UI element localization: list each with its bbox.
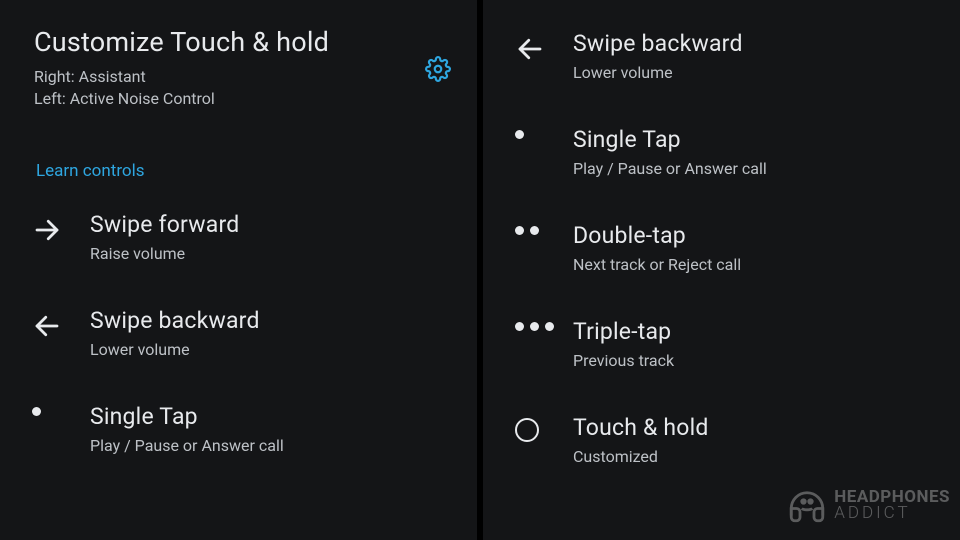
headphones-icon — [786, 484, 828, 526]
arrow-left-icon — [32, 307, 90, 341]
subtitle-left: Left: Active Noise Control — [34, 88, 449, 110]
triple-dot-icon — [515, 318, 573, 331]
gesture-list-left: Swipe forward Raise volume Swipe backwar… — [0, 189, 477, 477]
item-desc: Customized — [573, 447, 936, 466]
settings-panel-right: Swipe backward Lower volume Single Tap P… — [483, 0, 960, 540]
item-desc: Play / Pause or Answer call — [90, 436, 453, 455]
item-desc: Lower volume — [90, 340, 453, 359]
header: Customize Touch & hold Right: Assistant … — [0, 0, 477, 109]
item-touch-hold[interactable]: Touch & hold Customized — [483, 392, 960, 488]
item-title: Triple-tap — [573, 318, 936, 345]
item-double-tap[interactable]: Double-tap Next track or Reject call — [483, 200, 960, 296]
item-text: Swipe backward Lower volume — [90, 307, 453, 359]
item-swipe-backward[interactable]: Swipe backward Lower volume — [483, 8, 960, 104]
item-text: Swipe forward Raise volume — [90, 211, 453, 263]
item-text: Double-tap Next track or Reject call — [573, 222, 936, 274]
learn-controls-link[interactable]: Learn controls — [36, 161, 477, 181]
item-title: Single Tap — [573, 126, 936, 153]
item-desc: Play / Pause or Answer call — [573, 159, 936, 178]
item-desc: Raise volume — [90, 244, 453, 263]
item-single-tap[interactable]: Single Tap Play / Pause or Answer call — [483, 104, 960, 200]
page-title: Customize Touch & hold — [34, 26, 449, 58]
single-dot-icon — [32, 403, 90, 416]
subtitle: Right: Assistant Left: Active Noise Cont… — [34, 66, 449, 109]
watermark: HEADPHONES ADDICT — [786, 484, 950, 526]
circle-icon — [515, 414, 573, 442]
item-text: Touch & hold Customized — [573, 414, 936, 466]
watermark-top: HEADPHONES — [834, 489, 950, 505]
gear-icon[interactable] — [425, 56, 451, 82]
item-title: Touch & hold — [573, 414, 936, 441]
item-desc: Lower volume — [573, 63, 936, 82]
item-text: Single Tap Play / Pause or Answer call — [90, 403, 453, 455]
item-desc: Next track or Reject call — [573, 255, 936, 274]
item-swipe-forward[interactable]: Swipe forward Raise volume — [0, 189, 477, 285]
single-dot-icon — [515, 126, 573, 139]
item-triple-tap[interactable]: Triple-tap Previous track — [483, 296, 960, 392]
double-dot-icon — [515, 222, 573, 235]
item-title: Double-tap — [573, 222, 936, 249]
item-text: Swipe backward Lower volume — [573, 30, 936, 82]
item-swipe-backward[interactable]: Swipe backward Lower volume — [0, 285, 477, 381]
item-title: Swipe backward — [573, 30, 936, 57]
gesture-list-right: Swipe backward Lower volume Single Tap P… — [483, 0, 960, 488]
item-title: Swipe backward — [90, 307, 453, 334]
subtitle-right: Right: Assistant — [34, 66, 449, 88]
item-title: Single Tap — [90, 403, 453, 430]
watermark-bottom: ADDICT — [834, 505, 950, 521]
item-text: Triple-tap Previous track — [573, 318, 936, 370]
item-single-tap[interactable]: Single Tap Play / Pause or Answer call — [0, 381, 477, 477]
arrow-right-icon — [32, 211, 90, 245]
item-text: Single Tap Play / Pause or Answer call — [573, 126, 936, 178]
arrow-left-icon — [515, 30, 573, 64]
item-desc: Previous track — [573, 351, 936, 370]
settings-panel-left: Customize Touch & hold Right: Assistant … — [0, 0, 477, 540]
item-title: Swipe forward — [90, 211, 453, 238]
